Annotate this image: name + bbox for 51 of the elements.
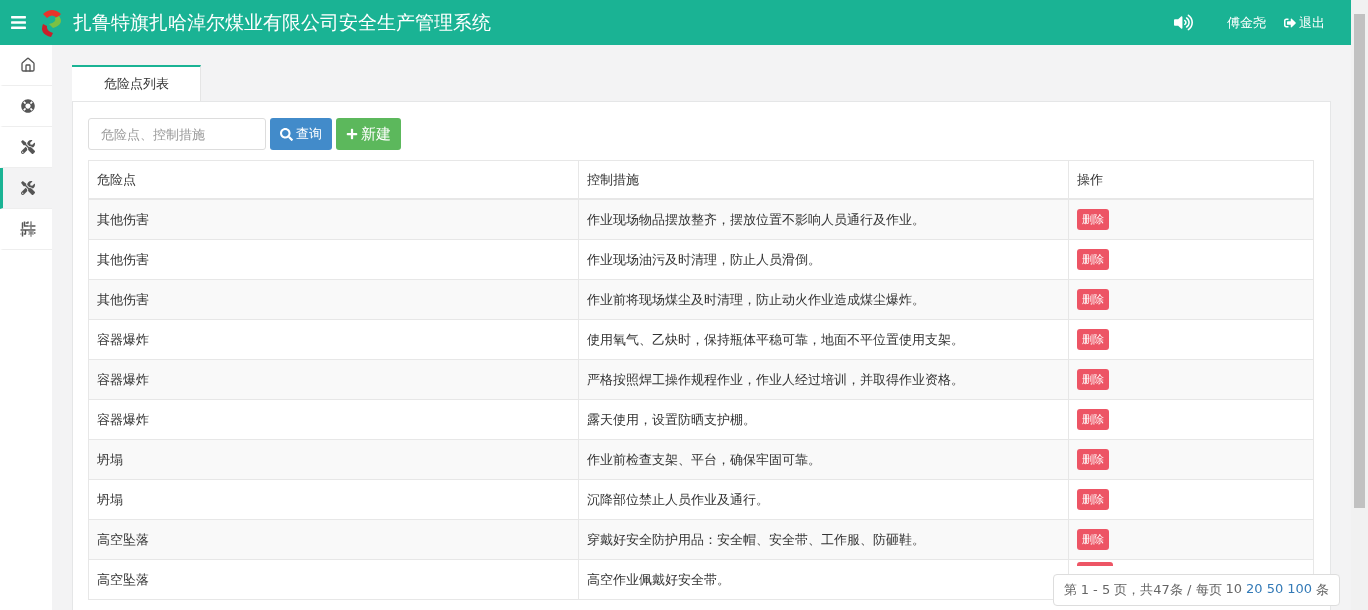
table-cell: 沉降部位禁止人员作业及通行。 — [578, 479, 1069, 520]
delete-button[interactable]: 删除 — [1077, 409, 1109, 430]
table-cell: 作业前将现场煤尘及时清理，防止动火作业造成煤尘爆炸。 — [578, 279, 1069, 320]
table-cell: 穿戴好安全防护用品：安全帽、安全带、工作服、防砸鞋。 — [578, 519, 1069, 560]
table-cell: 作业现场物品摆放整齐，摆放位置不影响人员通行及作业。 — [578, 199, 1069, 240]
app-title: 扎鲁特旗扎哈淖尔煤业有限公司安全生产管理系统 — [73, 9, 492, 35]
table-cell: 露天使用，设置防晒支护棚。 — [578, 399, 1069, 440]
user-name[interactable]: 傅金尧 — [1227, 13, 1266, 32]
page-size-link[interactable]: 50 — [1266, 581, 1284, 599]
search-field[interactable]: 危险点、控制措施 — [88, 118, 266, 150]
page-size-link[interactable]: 20 — [1246, 581, 1263, 599]
page-size-link[interactable]: 10 — [1225, 581, 1243, 599]
table-cell: 高空坠落 — [88, 519, 579, 560]
logout-icon — [1284, 16, 1296, 29]
delete-button[interactable]: 删除 — [1077, 369, 1109, 390]
table-cell: 作业现场油污及时清理，防止人员滑倒。 — [578, 239, 1069, 280]
home-icon — [19, 57, 36, 73]
query-button[interactable]: 查询 — [270, 118, 332, 150]
page-size-link[interactable]: 100 — [1287, 581, 1312, 599]
delete-button[interactable]: 删除 — [1077, 329, 1109, 350]
delete-button[interactable]: 删除 — [1077, 489, 1109, 510]
table-cell: 容器爆炸 — [88, 399, 579, 440]
search-icon — [280, 127, 293, 141]
table-cell: 高空坠落 — [88, 559, 579, 600]
table-cell: 容器爆炸 — [88, 359, 579, 400]
delete-button[interactable] — [1077, 561, 1113, 566]
logout-link[interactable]: 退出 — [1284, 13, 1325, 32]
speaker-icon[interactable] — [1174, 13, 1193, 32]
delete-button[interactable]: 删除 — [1077, 249, 1109, 270]
delete-button[interactable]: 删除 — [1077, 209, 1109, 230]
table-cell: 严格按照焊工操作规程作业，作业人经过培训，并取得作业资格。 — [578, 359, 1069, 400]
table-cell: 其他伤害 — [88, 279, 579, 320]
page-unit: 条 — [1316, 581, 1329, 599]
table-cell: 坍塌 — [88, 439, 579, 480]
table-cell: 其他伤害 — [88, 239, 579, 280]
table-cell: 坍塌 — [88, 479, 579, 520]
delete-button[interactable]: 删除 — [1077, 449, 1109, 470]
delete-button[interactable]: 删除 — [1077, 529, 1109, 550]
plus-icon — [346, 128, 358, 140]
table-cell: 使用氧气、乙炔时，保持瓶体平稳可靠，地面不平位置使用支架。 — [578, 319, 1069, 360]
create-button[interactable]: 新建 — [336, 118, 401, 150]
delete-button[interactable]: 删除 — [1077, 289, 1109, 310]
lifebuoy-icon — [20, 99, 35, 113]
tools-icon — [20, 181, 35, 195]
menu-icon[interactable] — [10, 14, 27, 31]
tools-icon — [20, 140, 35, 154]
table-cell: 其他伤害 — [88, 199, 579, 240]
table-cell: 容器爆炸 — [88, 319, 579, 360]
sidebar-item[interactable] — [0, 168, 52, 209]
table-cell: 作业前检查支架、平台，确保牢固可靠。 — [578, 439, 1069, 480]
tab[interactable]: 危险点列表 — [72, 65, 201, 101]
